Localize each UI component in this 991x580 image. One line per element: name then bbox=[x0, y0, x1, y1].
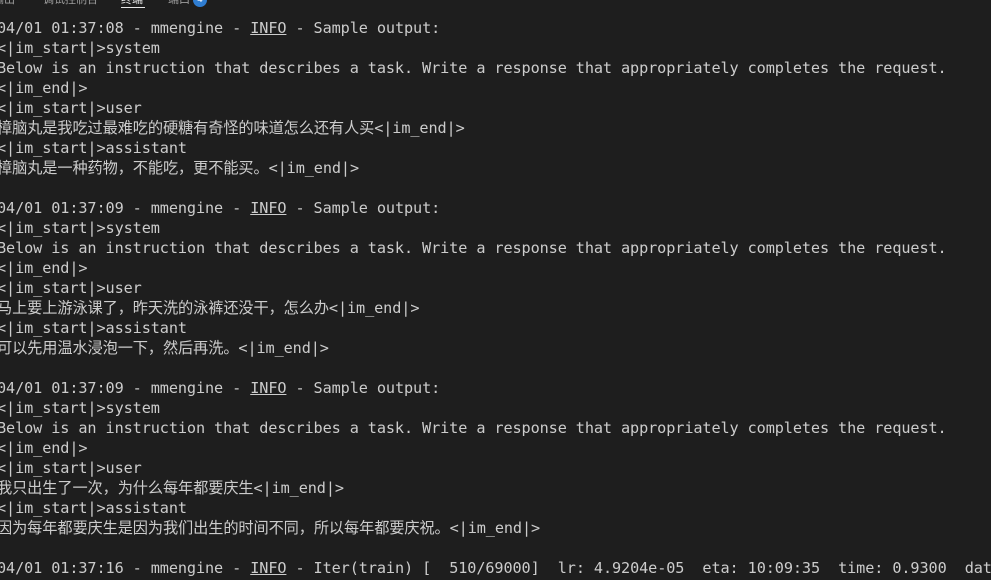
terminal-line: <|im_start|>system bbox=[0, 39, 160, 57]
terminal-line: Below is an instruction that describes a… bbox=[0, 59, 947, 77]
log-header-line: 04/01 01:37:09 - mmengine - INFO - Sampl… bbox=[0, 378, 991, 398]
terminal-line: Below is an instruction that describes a… bbox=[0, 419, 947, 437]
log-level: INFO bbox=[250, 199, 287, 217]
terminal-line: <|im_start|>user bbox=[0, 459, 142, 477]
terminal-line: Below is an instruction that describes a… bbox=[0, 239, 947, 257]
terminal-line: 因为每年都要庆生是因为我们出生的时间不同，所以每年都要庆祝。<|im_end|> bbox=[0, 519, 541, 537]
terminal-line: <|im_start|>user bbox=[0, 99, 142, 117]
terminal-line: <|im_end|> bbox=[0, 259, 88, 277]
log-message: - Sample output: bbox=[286, 199, 441, 217]
log-header-line: 04/01 01:37:08 - mmengine - INFO - Sampl… bbox=[0, 18, 991, 38]
log-message: - Sample output: bbox=[286, 19, 441, 37]
terminal-line: <|im_end|> bbox=[0, 79, 88, 97]
log-message: - Sample output: bbox=[286, 379, 441, 397]
terminal-line: 我只出生了一次，为什么每年都要庆生<|im_end|> bbox=[0, 479, 344, 497]
terminal-line: <|im_end|> bbox=[0, 439, 88, 457]
log-level: INFO bbox=[250, 379, 287, 397]
log-level: INFO bbox=[250, 19, 287, 37]
terminal-line: <|im_start|>system bbox=[0, 399, 160, 417]
terminal-line: 马上要上游泳课了，昨天洗的泳裤还没干，怎么办<|im_end|> bbox=[0, 299, 420, 317]
panel-tab-bar: 输出 调试控制台 终端 端口4 bbox=[0, 0, 991, 9]
tab-ports-label: 端口 bbox=[168, 0, 190, 6]
terminal-line: <|im_start|>assistant bbox=[0, 139, 187, 157]
terminal-output[interactable]: 04/01 01:37:08 - mmengine - INFO - Sampl… bbox=[0, 18, 991, 578]
terminal-line: 可以先用温水浸泡一下，然后再洗。<|im_end|> bbox=[0, 339, 329, 357]
terminal-line: 樟脑丸是一种药物，不能吃，更不能买。<|im_end|> bbox=[0, 159, 360, 177]
terminal-line: <|im_start|>assistant bbox=[0, 499, 187, 517]
log-prefix: 04/01 01:37:09 - mmengine - bbox=[0, 379, 251, 397]
log-header-line: 04/01 01:37:09 - mmengine - INFO - Sampl… bbox=[0, 198, 991, 218]
terminal-line: <|im_start|>system bbox=[0, 219, 160, 237]
active-tab-indicator bbox=[121, 7, 145, 8]
log-header-line: 04/01 01:37:16 - mmengine - INFO - Iter(… bbox=[0, 558, 991, 578]
terminal-line: 樟脑丸是我吃过最难吃的硬糖有奇怪的味道怎么还有人买<|im_end|> bbox=[0, 119, 465, 137]
ports-count-badge: 4 bbox=[193, 0, 207, 7]
terminal-line: <|im_start|>assistant bbox=[0, 319, 187, 337]
log-message: - Iter(train) [ 510/69000] lr: 4.9204e-0… bbox=[286, 559, 991, 577]
log-prefix: 04/01 01:37:16 - mmengine - bbox=[0, 559, 251, 577]
log-prefix: 04/01 01:37:08 - mmengine - bbox=[0, 19, 251, 37]
terminal-line: <|im_start|>user bbox=[0, 279, 142, 297]
log-level: INFO bbox=[250, 559, 287, 577]
tab-debug-console[interactable]: 调试控制台 bbox=[43, 0, 98, 9]
tab-output[interactable]: 输出 bbox=[0, 0, 15, 9]
log-prefix: 04/01 01:37:09 - mmengine - bbox=[0, 199, 251, 217]
tab-ports[interactable]: 端口4 bbox=[168, 0, 207, 9]
